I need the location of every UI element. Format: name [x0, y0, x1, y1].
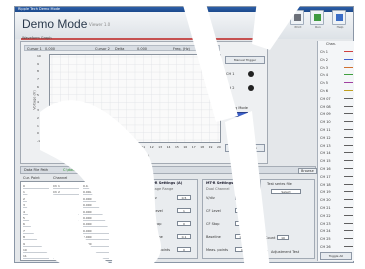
watermark-stroke-4 [225, 111, 270, 269]
watermark-overlay [26, 0, 365, 269]
watermark-stroke-5 [252, 0, 365, 50]
watermark-stroke-3 [183, 0, 238, 122]
